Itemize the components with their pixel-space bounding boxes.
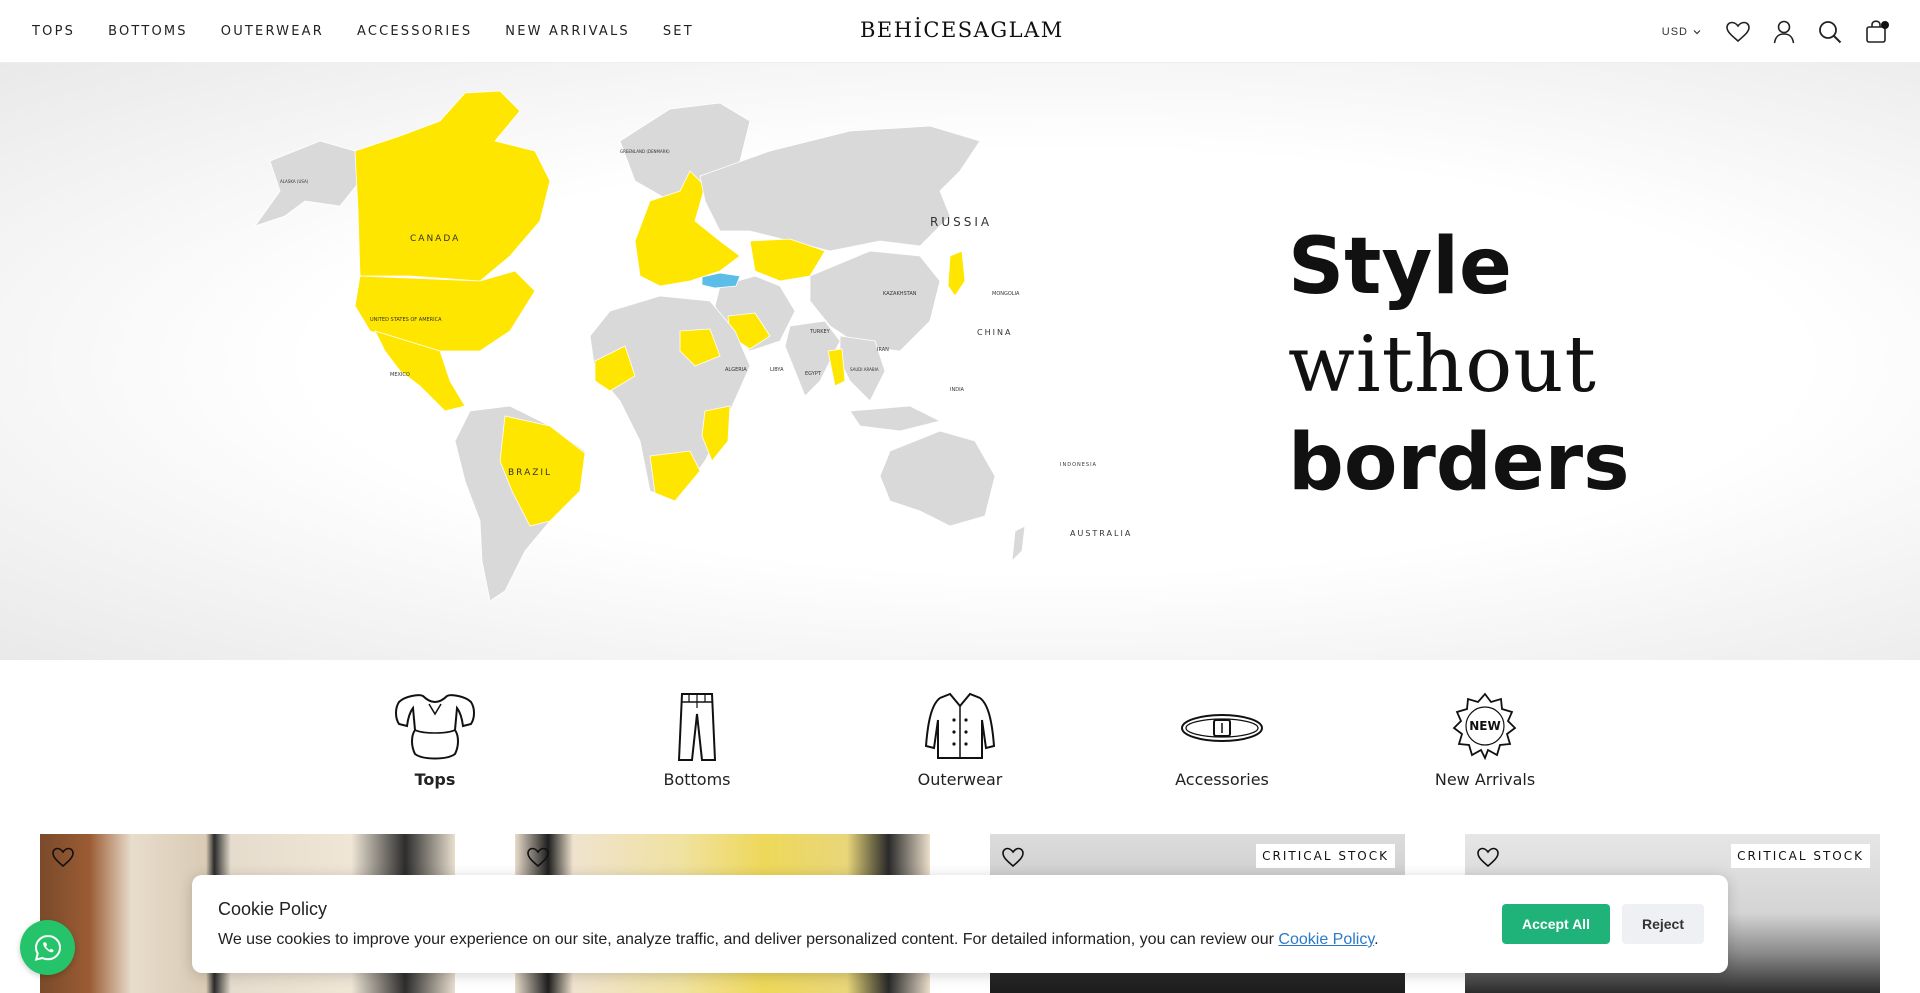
cookie-title: Cookie Policy xyxy=(218,899,328,919)
hero-banner[interactable]: CANADA UNITED STATES OF AMERICA MEXICO B… xyxy=(0,63,1920,660)
map-label-india: INDIA xyxy=(950,387,965,393)
accept-all-button[interactable]: Accept All xyxy=(1502,904,1610,944)
map-label-greenland: GREENLAND (DENMARK) xyxy=(620,149,670,154)
map-label-mongolia: MONGOLIA xyxy=(992,291,1020,297)
hero-line-3: borders xyxy=(1288,418,1630,508)
cookie-banner: Cookie Policy We use cookies to improve … xyxy=(192,875,1728,973)
logo[interactable]: BEHİCESAGLAM xyxy=(860,18,1062,42)
whatsapp-button[interactable] xyxy=(20,920,75,975)
cookie-message: We use cookies to improve your experienc… xyxy=(218,931,1274,948)
site-header: TOPS BOTTOMS OUTERWEAR ACCESSORIES NEW A… xyxy=(0,0,1920,63)
blouse-icon xyxy=(395,694,475,760)
heart-icon[interactable] xyxy=(998,842,1028,872)
currency-label: USD xyxy=(1661,25,1688,38)
nav-accessories[interactable]: ACCESSORIES xyxy=(357,24,472,39)
main-nav: TOPS BOTTOMS OUTERWEAR ACCESSORIES NEW A… xyxy=(32,0,727,63)
chevron-down-icon xyxy=(1693,29,1701,34)
coat-icon xyxy=(924,692,996,759)
heart-icon[interactable] xyxy=(1724,18,1752,46)
category-accessories[interactable]: Accessories xyxy=(1142,690,1302,789)
search-icon[interactable] xyxy=(1816,18,1844,46)
map-label-kazakhstan: KAZAKHSTAN xyxy=(883,291,917,297)
category-label-bottoms: Bottoms xyxy=(663,770,731,789)
category-label-tops: Tops xyxy=(414,770,456,789)
map-label-turkey: TURKEY xyxy=(809,329,831,335)
reject-button[interactable]: Reject xyxy=(1622,904,1704,944)
map-label-alaska: ALASKA (USA) xyxy=(280,179,309,184)
cart-indicator xyxy=(1881,20,1889,29)
map-label-canada: CANADA xyxy=(410,234,460,244)
hero-line-2: without xyxy=(1288,320,1597,410)
map-label-indonesia: INDONESIA xyxy=(1060,462,1097,468)
cookie-period: . xyxy=(1374,931,1379,948)
category-label-accessories: Accessories xyxy=(1175,770,1269,789)
category-outerwear[interactable]: Outerwear xyxy=(880,690,1040,789)
category-label-new-arrivals: New Arrivals xyxy=(1434,770,1536,789)
nav-bottoms[interactable]: BOTTOMS xyxy=(108,24,188,39)
map-label-egypt: EGYPT xyxy=(805,371,822,377)
new-badge-icon: NEW xyxy=(1452,692,1517,761)
hero-headline: Style without borders xyxy=(1288,218,1630,512)
map-label-iran: IRAN xyxy=(877,347,889,353)
header-actions: USD xyxy=(1662,0,1890,63)
category-new-arrivals[interactable]: NEW New Arrivals xyxy=(1405,690,1565,789)
user-icon[interactable] xyxy=(1770,18,1798,46)
category-bottoms[interactable]: Bottoms xyxy=(617,690,777,789)
map-label-algeria: ALGERIA xyxy=(725,367,747,373)
svg-text:NEW: NEW xyxy=(1469,719,1500,733)
heart-icon[interactable] xyxy=(523,842,553,872)
belt-icon xyxy=(1181,714,1263,742)
nav-new-arrivals[interactable]: NEW ARRIVALS xyxy=(505,24,630,39)
status-badge: CRITICAL STOCK xyxy=(1256,844,1395,868)
cookie-policy-link[interactable]: Cookie Policy xyxy=(1278,931,1374,948)
whatsapp-icon xyxy=(34,934,61,961)
map-label-saudi: SAUDI ARABIA xyxy=(850,367,879,372)
map-label-russia: RUSSIA xyxy=(930,215,992,229)
nav-set[interactable]: SET xyxy=(663,24,694,39)
hero-line-1: Style xyxy=(1288,222,1512,312)
heart-icon[interactable] xyxy=(1473,842,1503,872)
status-badge: CRITICAL STOCK xyxy=(1731,844,1870,868)
currency-selector[interactable]: USD xyxy=(1662,26,1702,38)
bag-icon[interactable] xyxy=(1862,18,1890,46)
map-label-china: CHINA xyxy=(977,328,1012,337)
map-label-australia: AUSTRALIA xyxy=(1070,529,1132,538)
heart-icon[interactable] xyxy=(48,842,78,872)
nav-outerwear[interactable]: OUTERWEAR xyxy=(221,24,324,39)
category-tops[interactable]: Tops xyxy=(355,690,515,789)
category-strip: Tops Bottoms Outerwear Accessories NEW N… xyxy=(0,660,1920,835)
cookie-text: We use cookies to improve your experienc… xyxy=(218,931,1379,949)
map-label-usa: UNITED STATES OF AMERICA xyxy=(370,317,442,323)
map-label-brazil: BRAZIL xyxy=(508,468,552,478)
category-label-outerwear: Outerwear xyxy=(917,770,1003,789)
nav-tops[interactable]: TOPS xyxy=(32,24,75,39)
world-map-image: CANADA UNITED STATES OF AMERICA MEXICO B… xyxy=(253,90,1132,602)
trousers-icon xyxy=(677,693,717,761)
map-label-mexico: MEXICO xyxy=(390,372,410,378)
map-label-libya: LIBYA xyxy=(770,367,784,373)
